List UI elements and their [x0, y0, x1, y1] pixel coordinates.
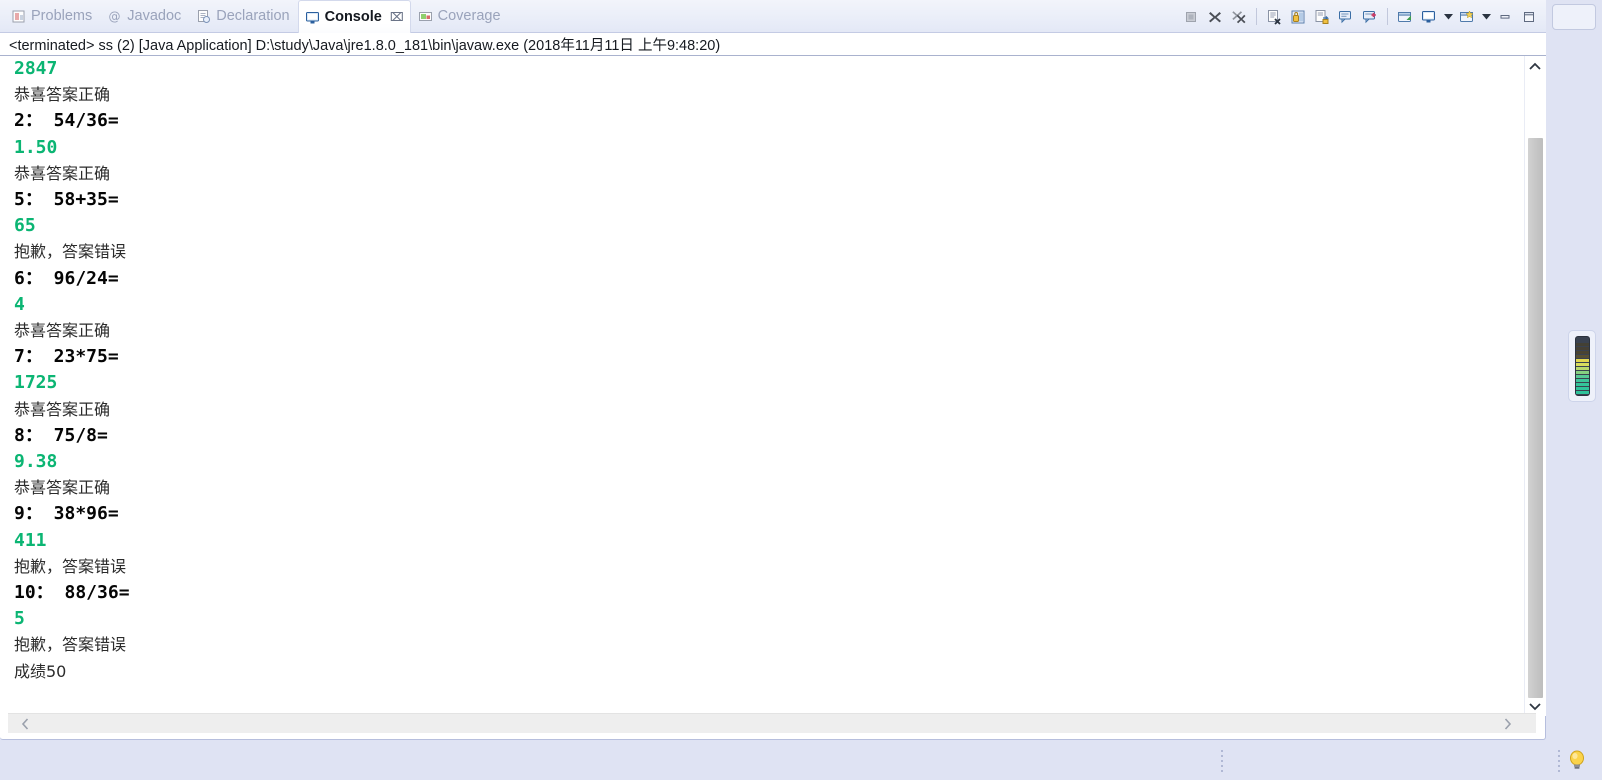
scroll-left-button[interactable] [14, 714, 36, 733]
chevron-down-icon[interactable] [1442, 6, 1454, 28]
launch-configuration-label: <terminated> ss (2) [Java Application] D… [0, 33, 1546, 56]
console-output-area[interactable]: 2847 恭喜答案正确 2： 54/36= 1.50 恭喜答案正确 5： 58+35= 65… [0, 56, 1546, 716]
scroll-right-button[interactable] [1496, 714, 1518, 733]
console-line: 1725 [14, 372, 58, 394]
scroll-up-button[interactable] [1525, 56, 1545, 76]
javadoc-icon: @ [107, 9, 122, 24]
tab-declaration[interactable]: Declaration [189, 0, 297, 33]
tab-javadoc[interactable]: @ Javadoc [100, 0, 189, 33]
problems-icon [11, 9, 26, 24]
new-console-button[interactable] [1456, 6, 1478, 28]
console-vertical-scrollbar[interactable] [1524, 56, 1545, 716]
status-bar-grip-right [1558, 750, 1562, 772]
console-line: 9： 38*96= [14, 503, 119, 525]
pin-console-button[interactable] [1311, 6, 1333, 28]
console-line: 4 [14, 293, 25, 315]
terminate-button[interactable] [1180, 6, 1202, 28]
console-line: 2： 54/36= [14, 110, 119, 132]
console-line: 恭喜答案正确 [14, 85, 111, 105]
console-line: 5： 58+35= [14, 189, 119, 211]
chevron-down-icon[interactable] [1480, 6, 1492, 28]
console-view: Problems @ Javadoc Declaration Console ⌧… [0, 0, 1546, 740]
right-gutter [1546, 0, 1602, 740]
console-text: 2847 恭喜答案正确 2： 54/36= 1.50 恭喜答案正确 5： 58+35= 65… [14, 56, 130, 685]
minimize-button[interactable] [1494, 6, 1516, 28]
console-line: 1.50 [14, 136, 58, 158]
console-line: 2847 [14, 58, 58, 79]
tab-label: Coverage [437, 8, 501, 25]
view-toolbar [1180, 0, 1540, 33]
remove-launch-button[interactable] [1204, 6, 1226, 28]
tab-problems[interactable]: Problems [4, 0, 100, 33]
console-line: 7： 23*75= [14, 346, 119, 368]
console-line: 411 [14, 529, 47, 551]
console-line: 6： 96/24= [14, 267, 119, 289]
status-bar [0, 740, 1602, 780]
tab-console[interactable]: Console ⌧ [297, 0, 411, 33]
lightbulb-icon[interactable] [1566, 748, 1588, 772]
console-icon [305, 10, 320, 25]
tab-label: Console [324, 8, 382, 25]
clear-console-button[interactable] [1263, 6, 1285, 28]
declaration-icon [196, 9, 211, 24]
new-console-view-button[interactable] [1394, 6, 1416, 28]
console-line: 8： 75/8= [14, 424, 108, 446]
status-bar-grip [1221, 750, 1225, 772]
svg-text:@: @ [109, 10, 121, 24]
console-line: 抱歉，答案错误 [14, 242, 127, 262]
console-line: 成绩50 [14, 661, 67, 681]
console-line: 恭喜答案正确 [14, 399, 111, 419]
open-console-button[interactable] [1359, 6, 1381, 28]
console-line: 5 [14, 608, 25, 630]
view-tab-bar: Problems @ Javadoc Declaration Console ⌧… [0, 0, 1546, 33]
eclipse-console-window: Problems @ Javadoc Declaration Console ⌧… [0, 0, 1602, 780]
toolbar-separator [1387, 8, 1388, 25]
console-line: 恭喜答案正确 [14, 478, 111, 498]
close-icon[interactable]: ⌧ [390, 10, 404, 24]
tab-coverage[interactable]: Coverage [411, 0, 509, 33]
console-line: 9.38 [14, 451, 58, 473]
console-line: 恭喜答案正确 [14, 163, 111, 183]
console-line: 65 [14, 215, 36, 237]
coverage-icon [418, 9, 433, 24]
console-line: 恭喜答案正确 [14, 321, 111, 341]
toolbar-separator [1256, 8, 1257, 25]
maximize-button[interactable] [1518, 6, 1540, 28]
tab-label: Javadoc [127, 8, 182, 25]
scroll-lock-button[interactable] [1287, 6, 1309, 28]
heap-monitor-bar [1574, 336, 1590, 396]
console-line: 抱歉，答案错误 [14, 635, 127, 655]
view-corner-box [1552, 4, 1596, 30]
console-display-button[interactable] [1418, 6, 1440, 28]
tab-label: Problems [31, 8, 93, 25]
scrollbar-thumb[interactable] [1528, 138, 1543, 698]
tab-label: Declaration [216, 8, 290, 25]
console-line: 抱歉，答案错误 [14, 556, 127, 576]
console-line: 10： 88/36= [14, 582, 130, 604]
console-horizontal-scrollbar[interactable] [8, 713, 1536, 733]
remove-all-launches-button[interactable] [1228, 6, 1250, 28]
display-selected-console-button[interactable] [1335, 6, 1357, 28]
heap-monitor[interactable] [1568, 330, 1596, 402]
tab-list: Problems @ Javadoc Declaration Console ⌧… [4, 0, 509, 33]
